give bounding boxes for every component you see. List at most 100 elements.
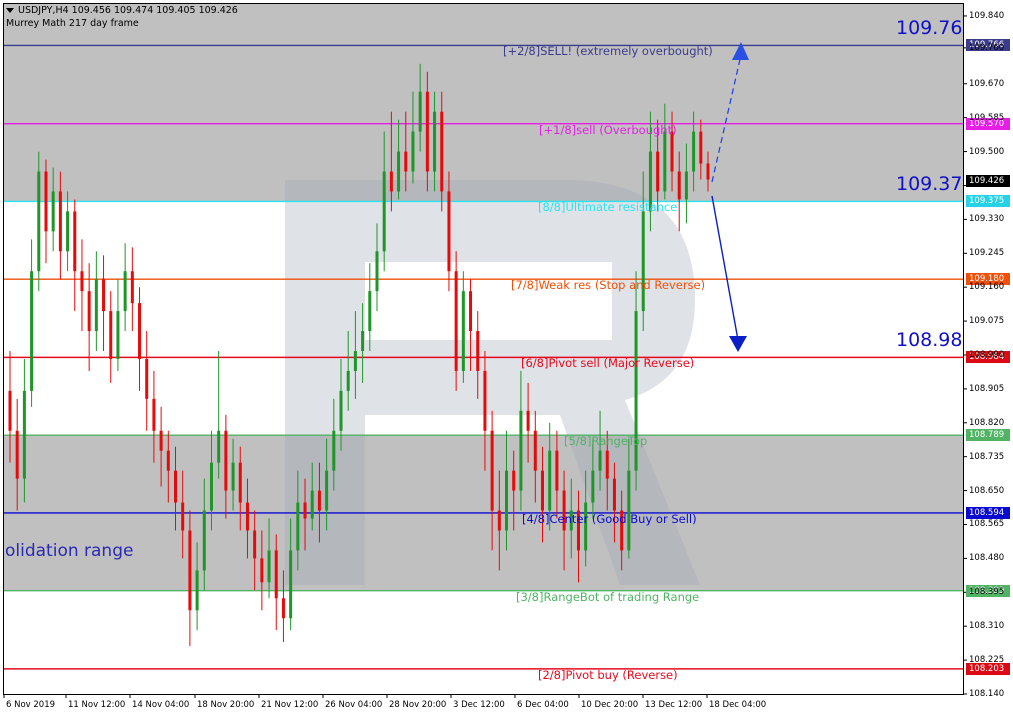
murrey-price-box: 108.594: [966, 506, 1010, 519]
murrey-level-label: [5/8]RangeTop: [564, 434, 648, 449]
y-tick-label: 108.480: [969, 553, 1005, 564]
y-tick-label: 109.245: [969, 248, 1005, 259]
y-tick-label: 109.075: [969, 316, 1005, 327]
candle-body: [238, 462, 242, 503]
candle-body: [296, 502, 300, 551]
candle-body: [605, 450, 609, 479]
candle-body: [209, 462, 213, 511]
x-tick-label: 21 Nov 12:00: [261, 700, 319, 710]
y-tick-label: 108.905: [969, 383, 1005, 394]
candle-body: [253, 530, 257, 559]
candle-body: [670, 131, 674, 172]
x-tick-label: 13 Dec 12:00: [645, 700, 703, 710]
y-tick-label: 109.585: [969, 112, 1005, 123]
candle-body: [397, 151, 401, 192]
candle-body: [519, 410, 523, 491]
y-tick-label: 109.500: [969, 146, 1005, 157]
x-tick-label: 14 Nov 04:00: [132, 700, 190, 710]
candle-body: [310, 490, 314, 519]
candle-body: [483, 370, 487, 431]
candle-body: [8, 390, 12, 431]
candle-body: [325, 470, 329, 511]
last-price-box: 109.426: [966, 175, 1010, 188]
candle-body: [317, 490, 321, 511]
x-tick-label: 3 Dec 12:00: [453, 700, 505, 710]
y-tick-label: 109.160: [969, 282, 1005, 293]
candle-body: [699, 131, 703, 164]
candle-body: [418, 91, 422, 132]
candle-body: [641, 211, 645, 312]
candle-body: [102, 279, 106, 312]
murrey-level-label: [2/8]Pivot buy (Reverse): [538, 667, 678, 682]
murrey-price-box: 108.789: [966, 429, 1010, 442]
candle-body: [591, 470, 595, 503]
y-tick-label: 108.735: [969, 451, 1005, 462]
candle-body: [368, 291, 372, 332]
candle-body: [433, 111, 437, 172]
candle-body: [627, 470, 631, 551]
candle-body: [73, 211, 77, 272]
candle-body: [476, 331, 480, 371]
candle-body: [598, 450, 602, 471]
murrey-price-box: 109.375: [966, 195, 1010, 208]
candle-body: [87, 291, 91, 332]
murrey-level-label: [6/8]Pivot sell (Major Reverse): [521, 356, 695, 371]
candle-body: [181, 502, 185, 531]
candle-body: [332, 430, 336, 471]
candle-body: [281, 598, 285, 619]
candle-body: [389, 171, 393, 192]
chart-subtitle: Murrey Math 217 day frame: [6, 18, 139, 29]
candle-body: [706, 163, 710, 180]
candle-body: [159, 430, 163, 451]
candle-body: [217, 430, 221, 463]
murrey-level-label: [+1/8]sell (Overbought): [539, 122, 677, 137]
candle-body: [289, 550, 293, 619]
candle-body: [37, 171, 41, 272]
candle-body: [274, 550, 278, 599]
candle-body: [22, 390, 26, 479]
candle-body: [58, 191, 62, 252]
y-tick-label: 108.990: [969, 349, 1005, 360]
target-low-label: 108.98: [896, 329, 963, 351]
consolidation-range-label: olidation range: [5, 541, 134, 561]
price-chart[interactable]: [0, 0, 1013, 717]
chart-header: USDJPY,H4 109.456 109.474 109.405 109.42…: [6, 4, 238, 30]
candle-body: [109, 311, 113, 359]
y-tick-label: 109.670: [969, 78, 1005, 89]
candle-body: [548, 450, 552, 511]
candle-body: [692, 131, 696, 172]
candle: [454, 251, 458, 391]
x-tick-label: 6 Dec 04:00: [517, 700, 569, 710]
candle-body: [490, 430, 494, 511]
candle-body: [505, 470, 509, 531]
y-tick-label: 109.840: [969, 10, 1005, 21]
x-axis: [3, 694, 708, 698]
candle-body: [339, 390, 343, 431]
candle-body: [202, 510, 206, 571]
dropdown-triangle-icon[interactable]: [6, 8, 14, 13]
candle-body: [152, 398, 156, 431]
x-tick-label: 18 Dec 04:00: [709, 700, 767, 710]
candle-body: [533, 430, 537, 471]
candle-body: [584, 502, 588, 551]
candle-body: [188, 530, 192, 611]
murrey-level-label: [7/8]Weak res (Stop and Reverse): [511, 278, 706, 293]
candle-body: [260, 558, 264, 583]
candle: [37, 151, 41, 292]
symbol-line[interactable]: USDJPY,H4 109.456 109.474 109.405 109.42…: [6, 4, 238, 17]
candle-body: [346, 370, 350, 391]
candle-body: [224, 430, 228, 491]
candle-body: [51, 191, 55, 232]
x-tick-label: 10 Dec 20:00: [581, 700, 639, 710]
upper-zone: [4, 4, 964, 202]
candle-body: [469, 291, 473, 332]
candle-body: [138, 303, 142, 359]
y-tick-label: 108.650: [969, 485, 1005, 496]
candle-body: [684, 171, 688, 200]
candle-body: [404, 151, 408, 172]
murrey-level-label: [8/8]Ultimate resistance: [538, 200, 678, 215]
candle-body: [166, 450, 170, 471]
symbol-ohlc: USDJPY,H4 109.456 109.474 109.405 109.42…: [18, 5, 238, 16]
candle-body: [267, 550, 271, 583]
y-tick-label: 108.395: [969, 587, 1005, 598]
